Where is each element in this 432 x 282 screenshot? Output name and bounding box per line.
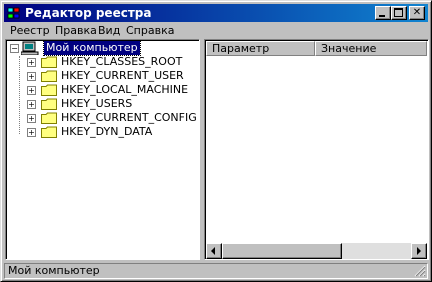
tree-root-my-computer[interactable]: − Мой компьютер [10, 40, 160, 56]
tree-key-local-machine[interactable]: + HKEY_LOCAL_MACHINE [27, 83, 197, 97]
folder-icon [41, 98, 57, 110]
registry-tree: − Мой компьютер + HKEY_CLASSES_ROOT + HK… [6, 40, 199, 259]
values-list-pane[interactable]: Параметр Значение [204, 39, 429, 260]
maximize-icon [394, 8, 403, 17]
title-bar[interactable]: Редактор реестра ✕ [4, 4, 428, 22]
resize-grip-icon[interactable] [414, 265, 426, 277]
folder-icon [41, 70, 57, 82]
registry-editor-window: Редактор реестра ✕ Реестр Правка Вид Спр… [0, 0, 432, 282]
tree-key-classes-root[interactable]: + HKEY_CLASSES_ROOT [27, 55, 197, 69]
tree-key-users[interactable]: + HKEY_USERS [27, 97, 197, 111]
collapse-icon[interactable]: − [10, 44, 19, 53]
tree-key-dyn-data[interactable]: + HKEY_DYN_DATA [27, 125, 197, 139]
menu-view[interactable]: Вид [98, 24, 120, 38]
minimize-button[interactable] [375, 6, 391, 20]
folder-icon [41, 112, 57, 124]
computer-icon [21, 41, 39, 55]
expand-icon[interactable]: + [27, 114, 36, 123]
folder-icon [41, 56, 57, 68]
folder-icon [41, 84, 57, 96]
column-header-value[interactable]: Значение [315, 41, 427, 56]
status-bar: Мой компьютер [4, 263, 428, 279]
expand-icon[interactable]: + [27, 128, 36, 137]
regedit-icon [7, 7, 20, 19]
tree-root-label: Мой компьютер [43, 40, 141, 56]
scroll-thumb[interactable] [222, 243, 342, 259]
close-icon: ✕ [412, 7, 422, 18]
tree-key-label: HKEY_CURRENT_CONFIG [61, 111, 197, 124]
menu-help[interactable]: Справка [126, 24, 174, 38]
tree-key-current-user[interactable]: + HKEY_CURRENT_USER [27, 69, 197, 83]
folder-icon [41, 126, 57, 138]
tree-key-label: HKEY_DYN_DATA [61, 125, 153, 138]
horizontal-scrollbar[interactable] [206, 243, 427, 259]
tree-connector [19, 56, 20, 134]
status-text: Мой компьютер [8, 264, 100, 277]
menu-edit[interactable]: Правка [55, 24, 97, 38]
expand-icon[interactable]: + [27, 58, 36, 67]
tree-key-label: HKEY_USERS [61, 97, 133, 110]
tree-key-label: HKEY_CURRENT_USER [61, 69, 184, 82]
minimize-icon [379, 15, 385, 17]
arrow-left-icon [211, 247, 215, 255]
window-title: Редактор реестра [25, 6, 152, 20]
tree-key-label: HKEY_LOCAL_MACHINE [61, 83, 189, 96]
arrow-right-icon [417, 247, 421, 255]
tree-key-current-config[interactable]: + HKEY_CURRENT_CONFIG [27, 111, 197, 125]
expand-icon[interactable]: + [27, 72, 36, 81]
close-button[interactable]: ✕ [409, 6, 425, 20]
scroll-left-button[interactable] [206, 243, 222, 259]
scroll-right-button[interactable] [411, 243, 427, 259]
menu-bar: Реестр Правка Вид Справка [4, 23, 428, 39]
column-header-name[interactable]: Параметр [206, 41, 315, 56]
expand-icon[interactable]: + [27, 100, 36, 109]
expand-icon[interactable]: + [27, 86, 36, 95]
maximize-button[interactable] [391, 6, 407, 20]
tree-key-label: HKEY_CLASSES_ROOT [61, 55, 183, 68]
registry-tree-pane[interactable]: − Мой компьютер + HKEY_CLASSES_ROOT + HK… [5, 39, 200, 260]
menu-registry[interactable]: Реестр [10, 24, 50, 38]
